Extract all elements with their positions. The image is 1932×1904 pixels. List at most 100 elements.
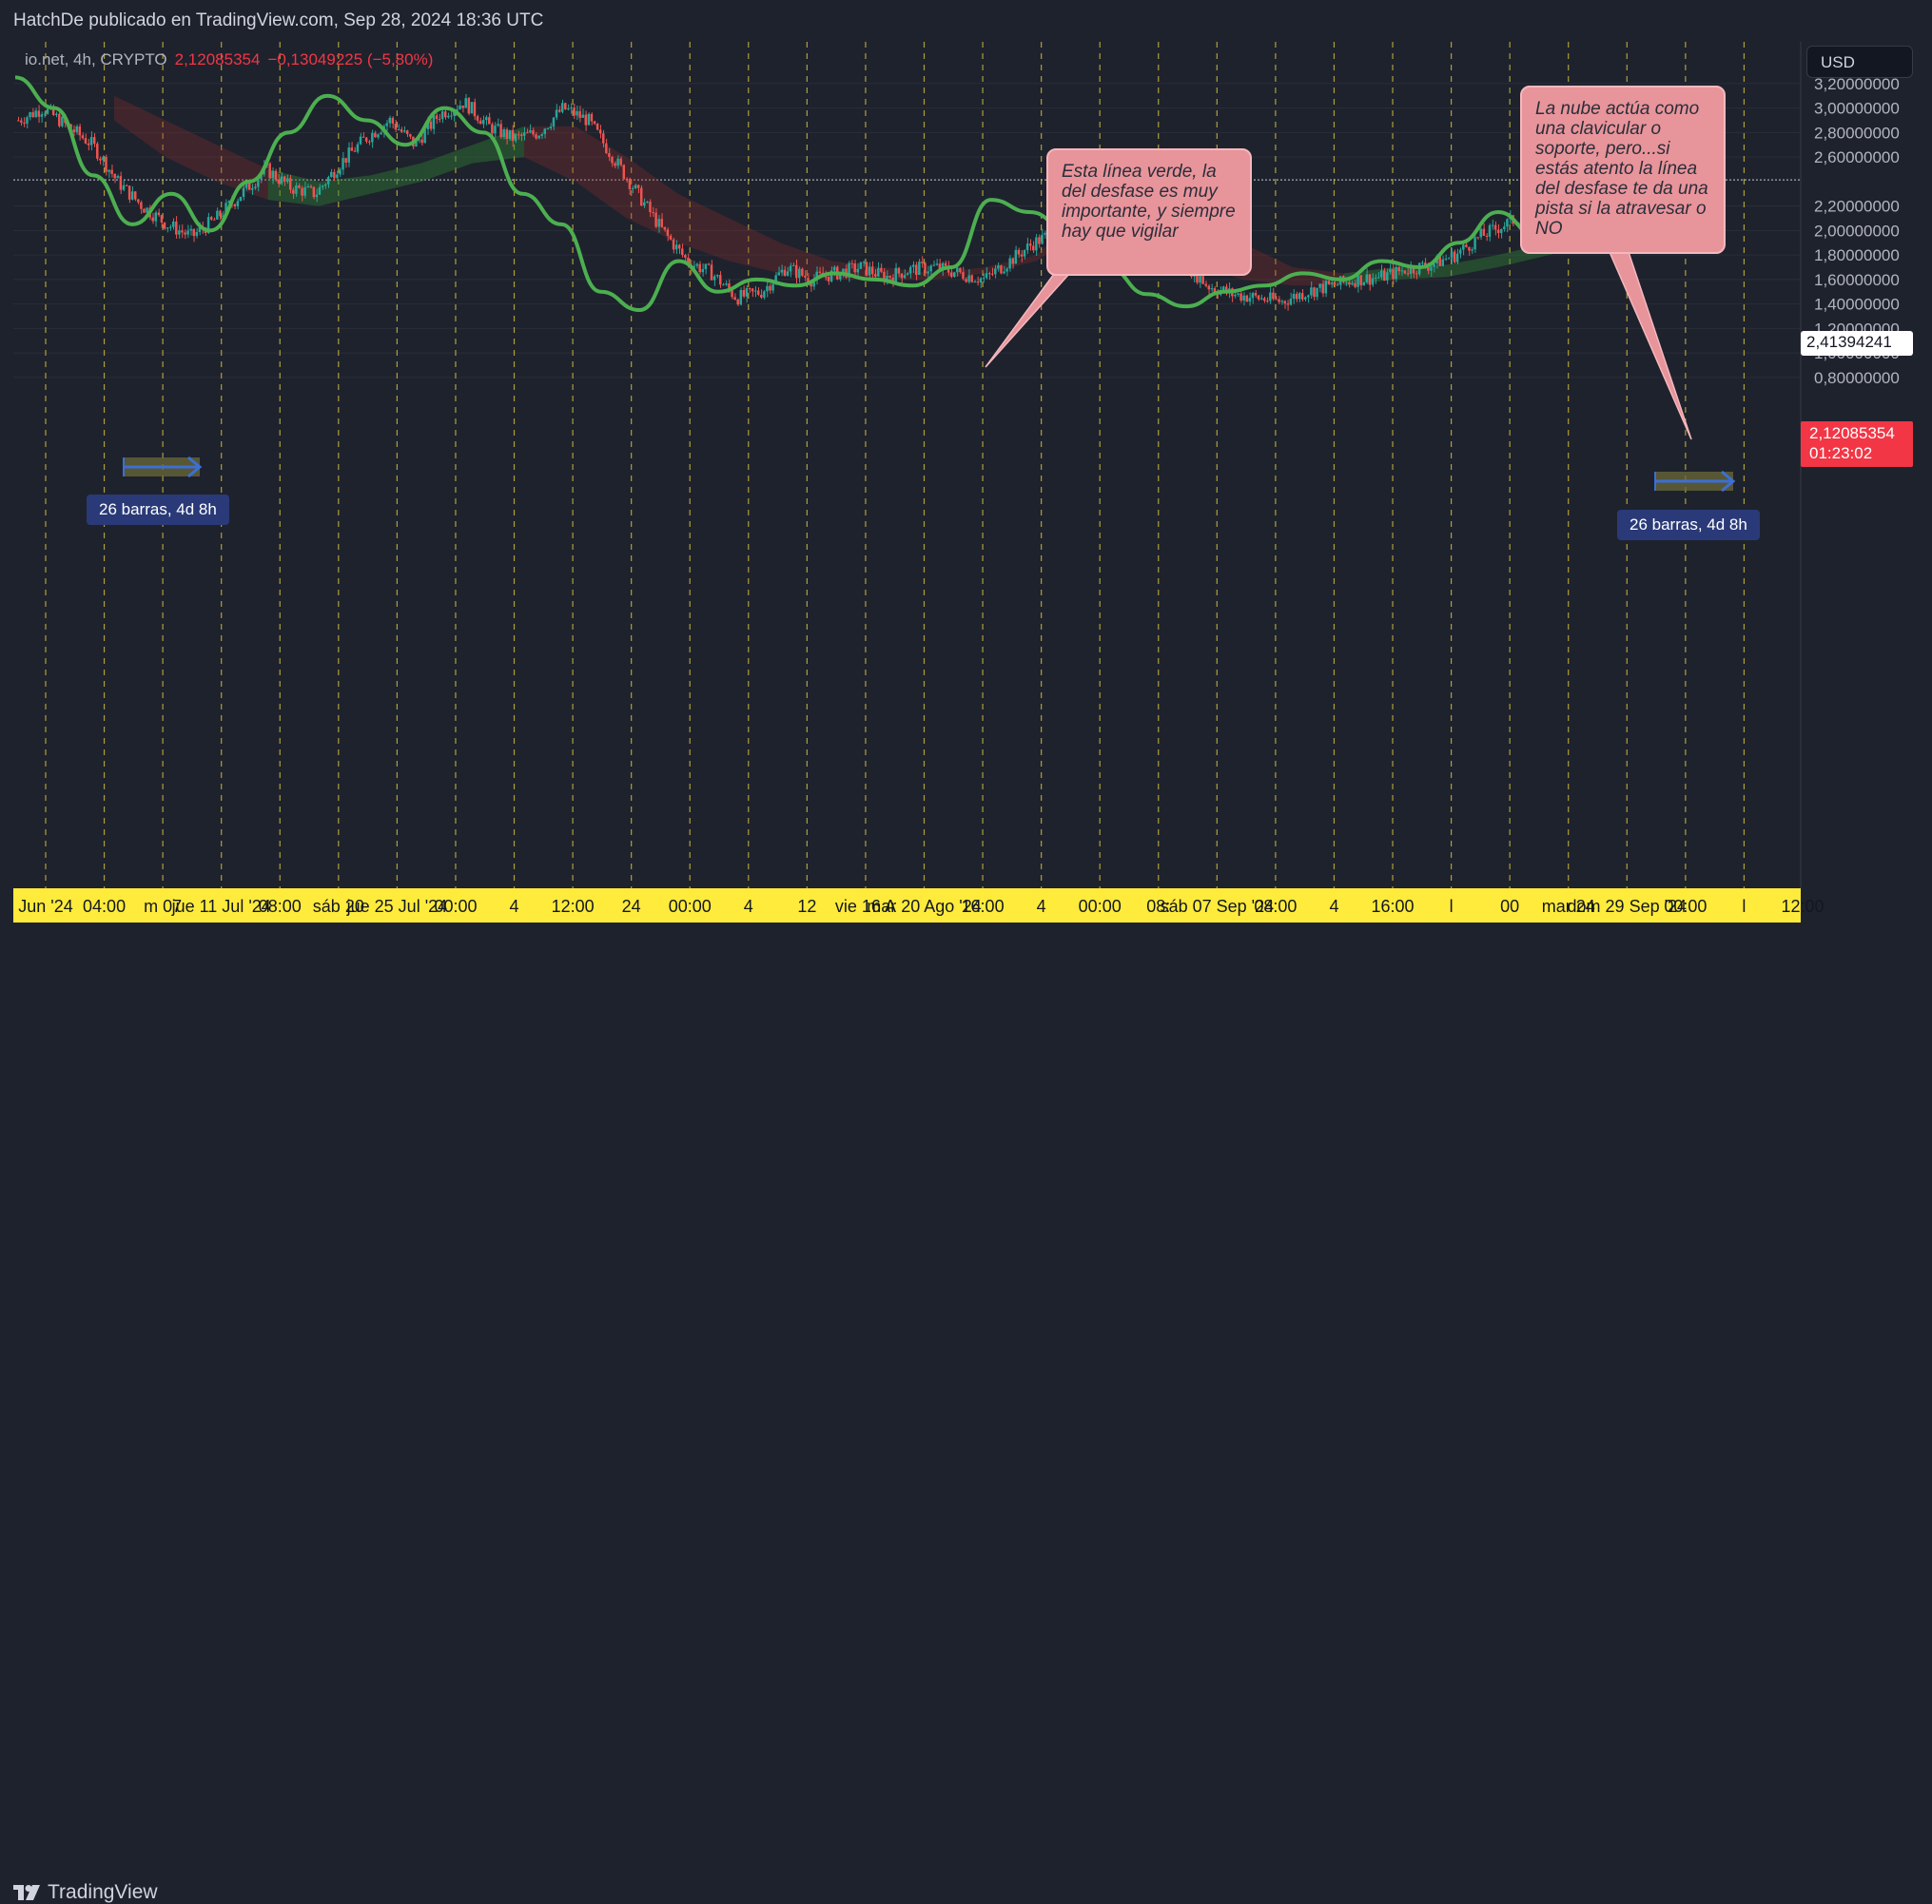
candle-body bbox=[944, 262, 947, 266]
candle-body bbox=[1304, 297, 1307, 300]
candle-body bbox=[956, 267, 959, 273]
candle-body bbox=[894, 267, 897, 282]
candle-body bbox=[918, 262, 921, 276]
symbol-name: io.net, 4h, CRYPTO bbox=[25, 50, 167, 68]
candle-body bbox=[380, 132, 382, 135]
tradingview-logo[interactable]: TradingView bbox=[13, 1881, 158, 1904]
candle-body bbox=[99, 158, 102, 161]
measure-label-left[interactable]: 26 barras, 4d 8h bbox=[87, 495, 229, 525]
candle-body bbox=[163, 222, 166, 229]
candle-body bbox=[519, 134, 523, 136]
currency-selector[interactable]: USD bbox=[1806, 46, 1913, 78]
candle-body bbox=[555, 109, 558, 118]
candle-body bbox=[192, 228, 195, 237]
candle-body bbox=[511, 129, 515, 142]
candle-body bbox=[1503, 226, 1506, 229]
candle-body bbox=[1257, 295, 1260, 300]
candle-body bbox=[339, 169, 342, 175]
candle-body bbox=[119, 176, 123, 190]
candle-body bbox=[242, 187, 245, 198]
candle-body bbox=[271, 170, 274, 179]
candle-body bbox=[1455, 253, 1459, 262]
candle-body bbox=[432, 115, 436, 129]
measure-label-right[interactable]: 26 barras, 4d 8h bbox=[1617, 510, 1760, 540]
candle-body bbox=[405, 130, 409, 135]
candle-body bbox=[1251, 293, 1255, 299]
candle-body bbox=[625, 178, 629, 180]
candle-body bbox=[888, 276, 891, 278]
x-tick-label: 12:00 bbox=[552, 897, 595, 916]
candle-body bbox=[37, 110, 40, 117]
candle-body bbox=[476, 116, 479, 121]
candle-body bbox=[560, 103, 564, 112]
candle-body bbox=[616, 158, 619, 166]
candle-body bbox=[1237, 293, 1239, 295]
cloud-segment bbox=[523, 126, 576, 182]
candle-body bbox=[1473, 237, 1476, 250]
candle-body bbox=[189, 228, 192, 231]
candle-body bbox=[134, 191, 137, 200]
candle-body bbox=[965, 279, 967, 282]
x-tick-label: 4 bbox=[1329, 897, 1338, 916]
candle-body bbox=[385, 123, 388, 126]
y-tick-label: 2,20000000 bbox=[1814, 198, 1900, 216]
candle-body bbox=[1327, 281, 1331, 284]
cloud-segment bbox=[729, 218, 781, 274]
candle-body bbox=[605, 143, 608, 154]
candle-body bbox=[769, 285, 771, 291]
candle-body bbox=[397, 129, 400, 131]
y-tick-label: 2,00000000 bbox=[1814, 222, 1900, 240]
candle-body bbox=[1028, 243, 1032, 246]
candle-body bbox=[374, 132, 377, 138]
candle-body bbox=[908, 266, 912, 274]
callout-cloud[interactable]: La nube actúa como una clavicular o sopo… bbox=[1520, 86, 1726, 254]
candle-body bbox=[1199, 276, 1201, 283]
candle-body bbox=[151, 217, 154, 222]
candle-body bbox=[1041, 234, 1044, 244]
candle-body bbox=[915, 264, 918, 276]
candle-body bbox=[669, 235, 673, 240]
candle-body bbox=[911, 264, 915, 267]
candle-body bbox=[1359, 275, 1362, 286]
candle-body bbox=[481, 120, 485, 125]
candle-body bbox=[1038, 237, 1041, 244]
candle-body bbox=[725, 283, 728, 285]
candle-body bbox=[666, 229, 670, 236]
candle-body bbox=[880, 267, 883, 272]
candle-body bbox=[181, 230, 184, 233]
candle-body bbox=[1307, 295, 1310, 298]
candle-body bbox=[856, 268, 859, 273]
candle-body bbox=[985, 273, 988, 279]
x-tick-label: 4 bbox=[744, 897, 753, 916]
candle-body bbox=[921, 262, 924, 263]
candle-body bbox=[522, 132, 526, 136]
candle-body bbox=[438, 119, 441, 121]
callout-green-line[interactable]: Esta línea verde, la del desfase es muy … bbox=[1046, 148, 1252, 276]
candle-body bbox=[786, 271, 790, 276]
candle-body bbox=[488, 117, 491, 125]
candle-body bbox=[564, 103, 567, 109]
candle-body bbox=[1444, 259, 1448, 261]
candle-body bbox=[660, 219, 663, 227]
candle-body bbox=[584, 114, 588, 126]
candle-body bbox=[614, 163, 616, 166]
candle-body bbox=[756, 290, 760, 295]
candle-body bbox=[127, 185, 131, 200]
x-tick-label: l bbox=[1742, 897, 1746, 916]
candle-body bbox=[1283, 301, 1286, 304]
callout-cloud-tail bbox=[1608, 251, 1692, 440]
candle-body bbox=[1201, 276, 1204, 284]
candle-body bbox=[388, 117, 391, 124]
candle-body bbox=[274, 170, 278, 180]
candle-body bbox=[842, 268, 845, 273]
candle-body bbox=[789, 265, 792, 272]
candle-body bbox=[301, 187, 303, 196]
candle-body bbox=[935, 263, 939, 265]
candle-body bbox=[927, 271, 929, 274]
candle-body bbox=[631, 188, 634, 190]
candle-body bbox=[1365, 274, 1369, 282]
candle-body bbox=[1204, 283, 1207, 286]
candle-body bbox=[990, 273, 994, 275]
x-tick-label: 00:00 bbox=[1664, 897, 1707, 916]
candle-body bbox=[704, 263, 708, 270]
